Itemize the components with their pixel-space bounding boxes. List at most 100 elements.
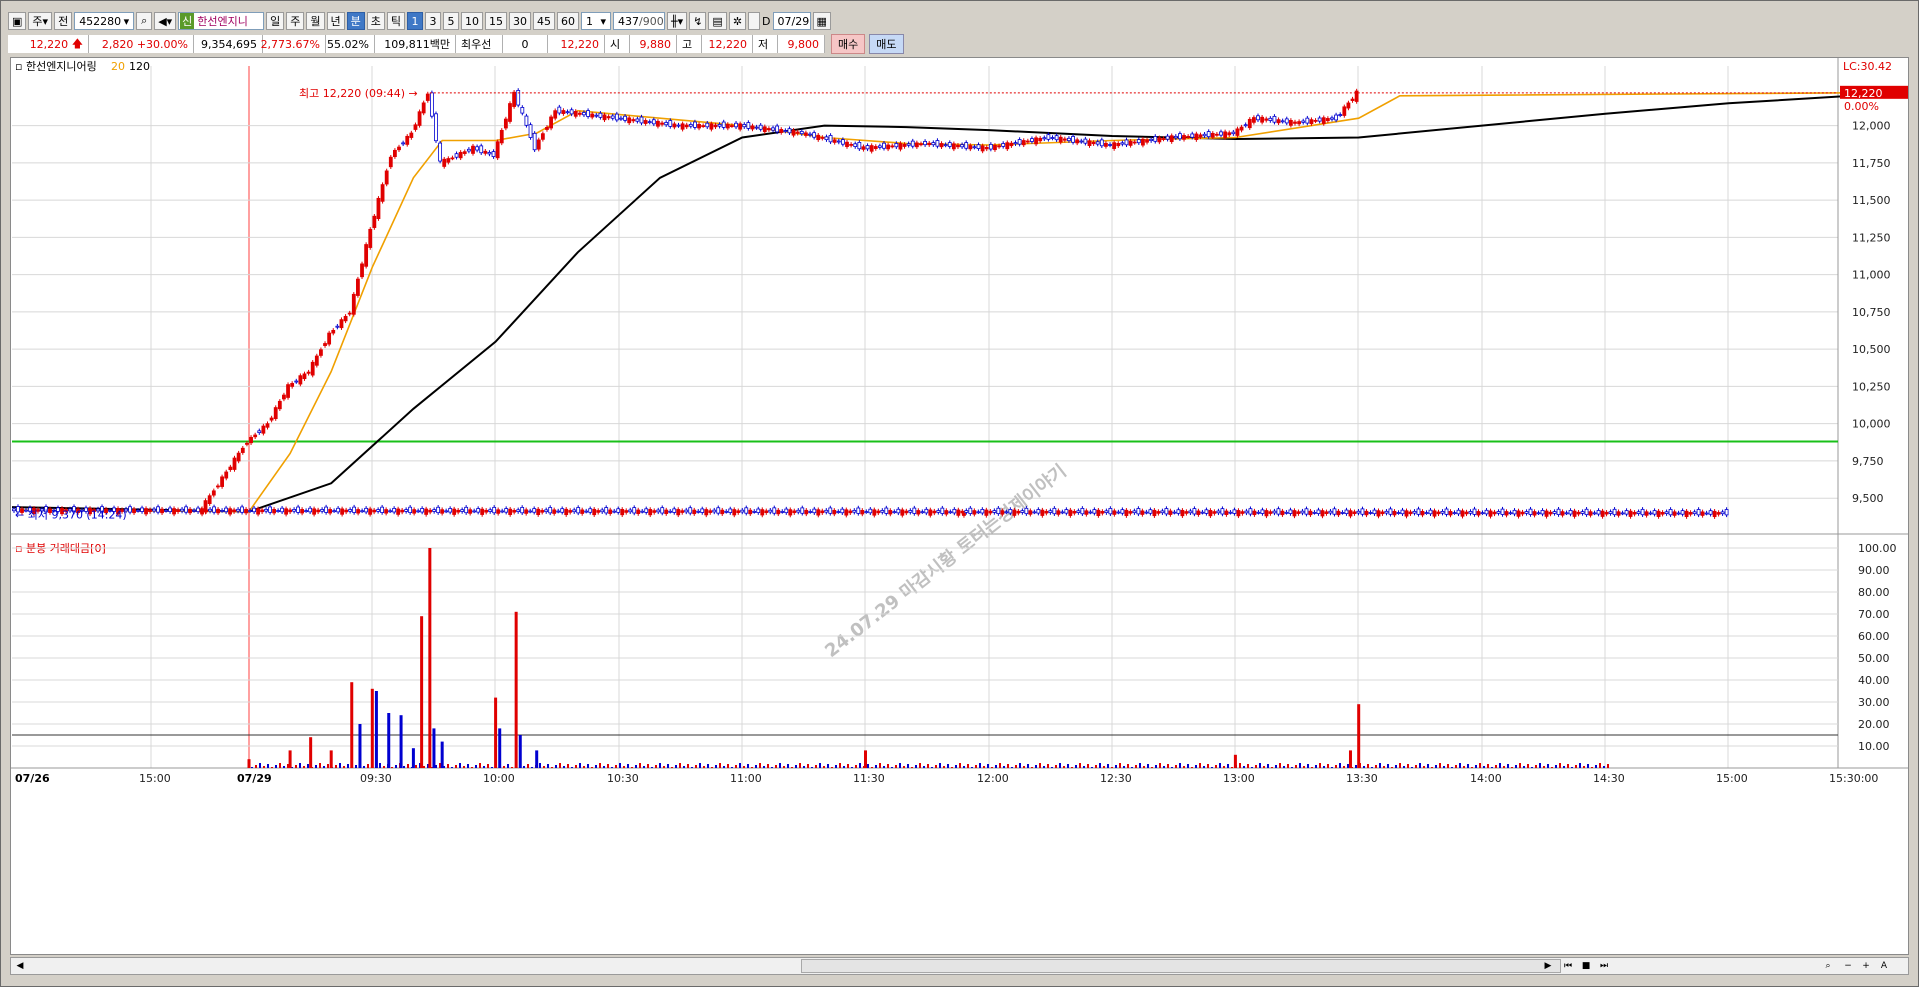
market-select[interactable]: 주 ▾ [28,12,53,30]
candle-body [276,510,280,512]
candle-body [1288,509,1293,514]
settings-gear-icon[interactable]: ✲ [728,12,747,30]
stop-icon[interactable]: ■ [1579,959,1593,973]
candle-body [939,143,944,148]
interval-3[interactable]: 3 [425,12,442,30]
sell-button[interactable]: 매도 [869,34,904,54]
candle-body [993,144,997,151]
font-size-icon[interactable]: A [1877,959,1891,973]
candle-body [744,507,749,514]
candle-body [1424,512,1429,514]
candle-body [372,509,377,513]
volume-bar [1419,763,1421,768]
candle-body [448,508,453,513]
save-icon[interactable]: ▤ [708,12,727,30]
period-day[interactable]: 일 [266,12,285,30]
interval-1[interactable]: 1 [407,12,424,30]
scroll-left-icon[interactable]: ◀ [13,959,27,973]
chart-scrollbar[interactable]: ◀ ▶ ⏮ ■ ⏭ ⌕ − + A [10,957,1909,975]
volume-bar [1371,767,1373,768]
candle-body [1128,511,1133,514]
ma20-legend: 20 [111,60,125,73]
candle-body [1048,510,1053,513]
stock-code-input[interactable]: 452280 ▾ [74,12,135,30]
volume-bar [787,764,789,768]
period-tick[interactable]: 틱 [386,12,406,30]
chart-svg[interactable]: 07/26 15:00 07/29 09:30 10:00 10:30 11:00 11:30… [11,58,1908,954]
prev-button[interactable]: 전 [54,12,73,30]
candle-body [1440,511,1445,514]
candle-body [1720,511,1725,515]
candle-body [520,507,525,514]
candle-body [590,113,595,118]
candle-body [1560,511,1565,516]
interval-10[interactable]: 10 [461,12,484,30]
forward-icon[interactable]: ⏭ [1597,959,1611,973]
candle-body [264,508,268,512]
candle-body [1364,510,1369,516]
chart-type-icon[interactable]: ╫▾ [667,12,688,30]
candle-body [869,145,874,152]
candle-body [936,510,941,513]
candle-body [1296,511,1301,514]
stock-name-field[interactable]: 신 한선엔지니 [178,12,265,30]
candle-body [456,509,461,513]
search-icon[interactable]: ⌕ [136,12,153,30]
scroll-right-icon[interactable]: ▶ [1541,959,1555,973]
date-input[interactable]: 07/29 [772,12,811,30]
buy-button[interactable]: 매수 [831,34,866,54]
interval-60[interactable]: 60 [557,12,580,30]
price-axis-label: 9,500 [1852,492,1884,505]
interval-5[interactable]: 5 [443,12,460,30]
interval-30[interactable]: 30 [509,12,532,30]
volume-bar [1459,763,1461,768]
candle-body [880,510,885,513]
candle-body [796,509,801,513]
crosshair-icon[interactable]: ↯ [689,12,707,30]
zoom-in-icon[interactable]: + [1859,959,1873,973]
candle-body [1165,135,1170,140]
interval-15[interactable]: 15 [485,12,508,30]
candle-body [1700,511,1705,516]
zoom-out-icon[interactable]: − [1841,959,1855,973]
period-second[interactable]: 초 [366,12,385,30]
scroll-thumb[interactable] [801,959,1561,973]
volume-bar [1355,765,1357,768]
zoom-icon[interactable]: ⌕ [1821,959,1835,973]
date-checkbox[interactable] [748,12,761,30]
candle-body [1260,116,1265,123]
price-axis-label: 10,500 [1852,343,1891,356]
interval-45[interactable]: 45 [533,12,556,30]
volume-bar [647,764,649,768]
candle-body [1396,512,1401,514]
speaker-icon[interactable]: ◀▾ [154,12,177,30]
candle-body [1172,511,1177,514]
period-week[interactable]: 주 [286,12,305,30]
candle-body [128,506,132,513]
volume-bar [731,767,733,768]
period-minute[interactable]: 분 [346,12,365,30]
window-menu-icon[interactable]: ▣ [8,12,27,30]
volume-bar [579,763,581,768]
count-field[interactable]: 437/900 [613,12,666,30]
candle-body [1169,135,1174,143]
calendar-icon[interactable]: ▦ [812,12,831,30]
candle-body [721,121,726,128]
chart-area[interactable]: 07/26 15:00 07/29 09:30 10:00 10:30 11:00 11:30… [10,57,1909,955]
candle-body [160,508,164,514]
volume-bar [1551,767,1553,768]
candle-body [900,509,905,516]
period-month[interactable]: 월 [306,12,325,30]
candle-body [491,151,496,158]
candle-body [1091,142,1096,145]
interval-input[interactable]: 1 ▾ [581,12,612,30]
volume-bar [811,767,813,768]
volume-bar [1471,767,1473,768]
period-year[interactable]: 년 [326,12,345,30]
volume-bar [1463,766,1465,768]
x-tick-label: 15:00 [1716,772,1748,785]
candle-body [528,124,533,138]
rewind-icon[interactable]: ⏮ [1561,959,1575,973]
candle-body [1030,138,1034,142]
candle-body [787,128,792,134]
